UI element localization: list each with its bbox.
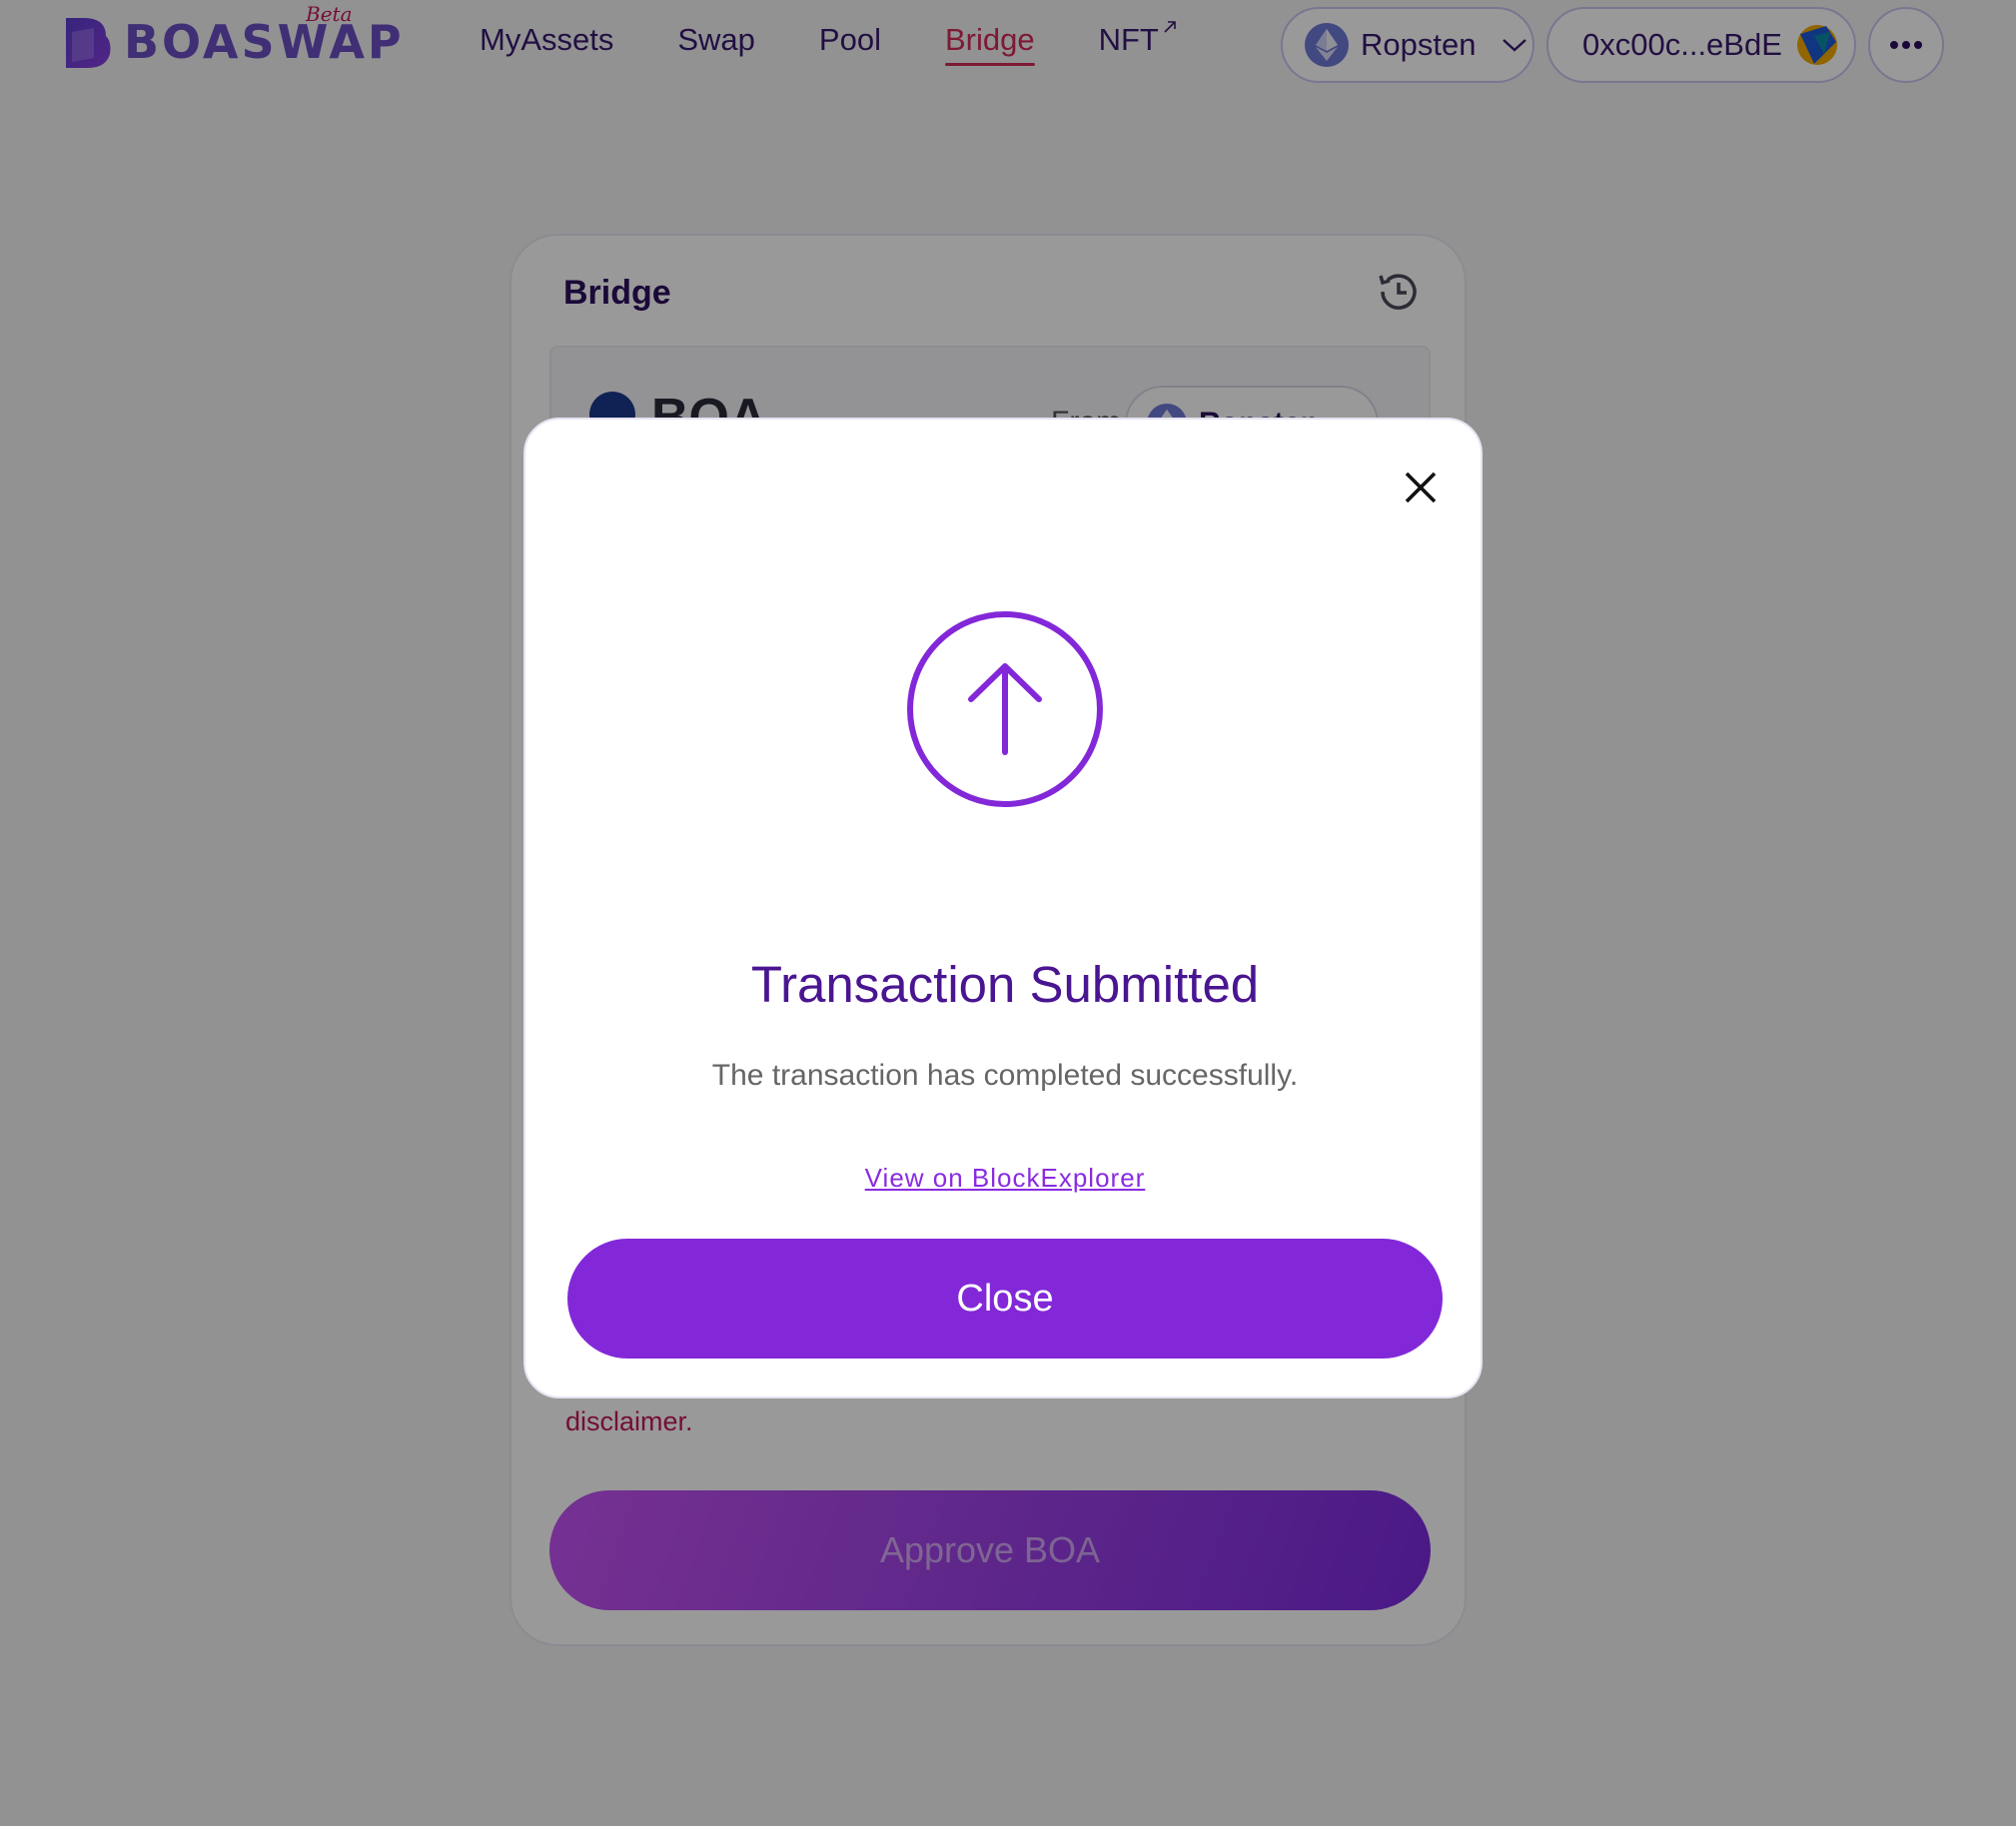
transaction-submitted-modal: Transaction Submitted The transaction ha… (523, 418, 1483, 1398)
close-button-label: Close (956, 1277, 1054, 1320)
arrow-up-circle-icon (907, 611, 1103, 807)
page: BOASWAP Beta MyAssets Swap Pool Bridge N… (0, 0, 2016, 1826)
view-on-blockexplorer-link[interactable]: View on BlockExplorer (525, 1163, 1485, 1194)
modal-close-button[interactable]: Close (567, 1239, 1443, 1359)
modal-title: Transaction Submitted (750, 956, 1260, 1013)
modal-message: The transaction has completed successful… (711, 1059, 1299, 1092)
close-icon[interactable] (1403, 469, 1439, 505)
